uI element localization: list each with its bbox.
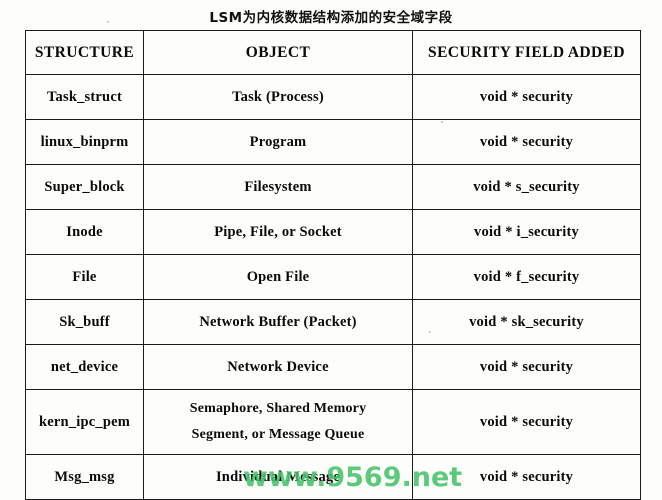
table-row: Super_block Filesystem void * s_security (25, 164, 641, 210)
scan-speck (107, 21, 109, 23)
cell-object: Pipe, File, or Socket (143, 209, 413, 255)
cell-structure: Sk_buff (25, 299, 144, 345)
cell-security-field: void * security (412, 454, 641, 500)
table-row: File Open File void * f_security (25, 254, 641, 300)
cell-object: Filesystem (143, 164, 413, 210)
cell-structure: net_device (25, 344, 144, 390)
table-row: Task_struct Task (Process) void * securi… (25, 74, 641, 120)
cell-structure: Inode (25, 209, 144, 255)
cell-security-field: void * sk_security (412, 299, 641, 345)
cell-structure: linux_binprm (25, 119, 144, 165)
column-header-object: OBJECT (143, 30, 413, 75)
cell-object: Network Device (143, 344, 413, 390)
column-header-security-field: SECURITY FIELD ADDED (412, 30, 641, 75)
cell-object: Program (143, 119, 413, 165)
page-title: LSM为内核数据结构添加的安全域字段 (209, 10, 453, 26)
cell-object-line-1: Semaphore, Shared Memory (189, 401, 367, 417)
cell-object: Individual Message (143, 454, 413, 500)
cell-security-field: void * security (412, 74, 641, 120)
cell-security-field: void * security (412, 344, 641, 390)
cell-security-field: void * security (412, 119, 641, 165)
cell-object: Open File (143, 254, 413, 300)
scanned-page: LSM为内核数据结构添加的安全域字段 STRUCTURE OBJECT SECU… (0, 0, 662, 500)
cell-structure: File (25, 254, 144, 300)
cell-object: Network Buffer (Packet) (143, 299, 413, 345)
cell-structure: kern_ipc_pem (25, 389, 144, 455)
cell-object-line-2: Segment, or Message Queue (191, 427, 365, 442)
cell-structure: Msg_msg (25, 454, 144, 500)
table-row: Sk_buff Network Buffer (Packet) void * s… (25, 299, 641, 345)
table-row: linux_binprm Program void * security (25, 119, 641, 165)
cell-security-field: void * i_security (412, 209, 641, 255)
cell-structure: Task_struct (25, 74, 144, 120)
cell-object: Semaphore, Shared Memory Segment, or Mes… (143, 389, 413, 455)
table-row: Msg_msg Individual Message void * securi… (25, 454, 641, 500)
cell-object: Task (Process) (143, 74, 413, 120)
cell-security-field: void * f_security (412, 254, 641, 300)
column-header-structure: STRUCTURE (25, 30, 144, 75)
cell-structure: Super_block (25, 164, 144, 210)
cell-security-field: void * s_security (412, 164, 641, 210)
table-row: kern_ipc_pem Semaphore, Shared Memory Se… (25, 389, 641, 455)
lsm-security-fields-table: STRUCTURE OBJECT SECURITY FIELD ADDED Ta… (25, 30, 641, 500)
table-header-row: STRUCTURE OBJECT SECURITY FIELD ADDED (25, 30, 641, 75)
table-row: Inode Pipe, File, or Socket void * i_sec… (25, 209, 641, 255)
cell-security-field: void * security (412, 389, 641, 455)
table-row: net_device Network Device void * securit… (25, 344, 641, 390)
